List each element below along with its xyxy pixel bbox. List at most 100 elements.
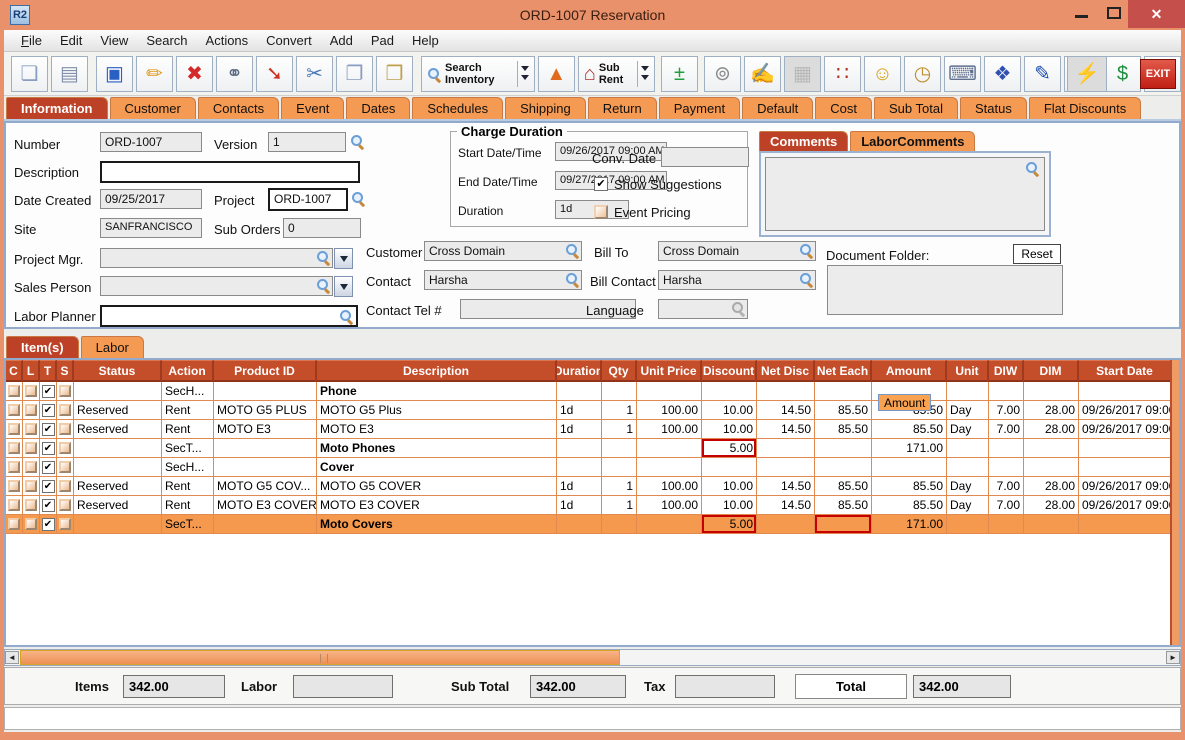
l-checkbox[interactable] <box>25 480 37 492</box>
column-header-product-id[interactable]: Product ID <box>214 360 317 382</box>
comments-tab-laborcomments[interactable]: LaborComments <box>850 131 976 151</box>
menu-item-search[interactable]: Search <box>137 33 196 48</box>
table-row[interactable]: ✔ Reserved Rent MOTO E3 MOTO E3 1d 1 100.00 10.0… <box>6 420 1179 439</box>
column-header-s[interactable]: S <box>57 360 74 382</box>
c-checkbox[interactable] <box>8 404 20 416</box>
s-checkbox[interactable] <box>59 423 71 435</box>
column-header-unit-price[interactable]: Unit Price <box>637 360 702 382</box>
search-inventory-button[interactable]: Search Inventory <box>421 56 535 92</box>
show-suggestions-checkbox[interactable]: ✔ <box>594 177 608 191</box>
language-field[interactable] <box>658 299 748 319</box>
scroll-right-button[interactable]: ► <box>1166 651 1180 664</box>
c-checkbox[interactable] <box>8 480 20 492</box>
menu-item-add[interactable]: Add <box>321 33 362 48</box>
minimize-button[interactable] <box>1068 0 1096 28</box>
bill-to-field[interactable]: Cross Domain <box>658 241 816 261</box>
group-availability-button[interactable]: ⊚ <box>704 56 741 92</box>
column-header-diw[interactable]: DIW <box>989 360 1024 382</box>
document-folder-area[interactable] <box>827 265 1063 315</box>
l-checkbox[interactable] <box>25 461 37 473</box>
comments-search-icon[interactable] <box>1025 161 1040 176</box>
vertical-scrollbar[interactable] <box>1170 360 1179 645</box>
sub-orders-field[interactable]: 0 <box>283 218 361 238</box>
menu-item-actions[interactable]: Actions <box>197 33 258 48</box>
t-checkbox[interactable]: ✔ <box>41 403 55 417</box>
horizontal-scrollbar[interactable]: ◄ ► <box>4 649 1181 666</box>
t-checkbox[interactable]: ✔ <box>41 460 55 474</box>
table-row[interactable]: ✔ SecH... Phone <box>6 382 1179 401</box>
new-document-button[interactable]: ❏ <box>11 56 48 92</box>
items-tab-item-s[interactable]: Item(s) <box>6 336 79 358</box>
sales-person-dropdown-button[interactable] <box>334 276 353 297</box>
column-header-start-date[interactable]: Start Date <box>1079 360 1172 382</box>
s-checkbox[interactable] <box>59 480 71 492</box>
bill-contact-field[interactable]: Harsha <box>658 270 816 290</box>
table-row[interactable]: ✔ Reserved Rent MOTO E3 COVER MOTO E3 COVER 1… <box>6 496 1179 515</box>
t-checkbox[interactable]: ✔ <box>41 498 55 512</box>
keyboard-key-button[interactable]: ⌨ <box>944 56 981 92</box>
c-checkbox[interactable] <box>8 423 20 435</box>
paste-button[interactable]: ❒ <box>376 56 413 92</box>
t-checkbox[interactable]: ✔ <box>41 422 55 436</box>
search-inventory-dropdown-arrows-icon[interactable] <box>516 61 529 87</box>
c-checkbox[interactable] <box>8 461 20 473</box>
sales-person-field[interactable] <box>100 276 333 296</box>
description-field[interactable] <box>100 161 360 183</box>
tab-contacts[interactable]: Contacts <box>197 97 280 119</box>
l-checkbox[interactable] <box>25 423 37 435</box>
project-mgr-field[interactable] <box>100 248 333 268</box>
bill-to-search-icon[interactable] <box>799 243 814 258</box>
column-header-qty[interactable]: Qty <box>602 360 637 382</box>
tab-return[interactable]: Return <box>587 97 657 119</box>
find-binoculars-button[interactable]: ⚭ <box>216 56 253 92</box>
menu-item-help[interactable]: Help <box>403 33 448 48</box>
version-field[interactable]: 1 <box>268 132 346 152</box>
reset-button[interactable]: Reset <box>1013 244 1061 264</box>
customer-search-icon[interactable] <box>565 243 580 258</box>
l-checkbox[interactable] <box>25 404 37 416</box>
org-chart-button[interactable]: ∷ <box>824 56 861 92</box>
project-field[interactable]: ORD-1007 <box>268 188 348 211</box>
tab-customer[interactable]: Customer <box>109 97 196 119</box>
maximize-button[interactable] <box>1100 0 1128 28</box>
labor-planner-search-icon[interactable] <box>339 309 354 324</box>
column-header-unit[interactable]: Unit <box>947 360 989 382</box>
column-header-dim[interactable]: DIM <box>1024 360 1079 382</box>
close-button[interactable]: ✕ <box>1128 0 1185 28</box>
column-header-action[interactable]: Action <box>162 360 214 382</box>
table-row[interactable]: ✔ SecT... Moto Phones 5.00 171.00 <box>6 439 1179 458</box>
table-row[interactable]: ✔ SecT... Moto Covers 5.00 171.00 <box>6 515 1179 534</box>
c-checkbox[interactable] <box>8 385 20 397</box>
c-checkbox[interactable] <box>8 499 20 511</box>
edit-pencil-button[interactable]: ✏ <box>136 56 173 92</box>
customer-field[interactable]: Cross Domain <box>424 241 582 261</box>
menu-item-file[interactable]: File <box>12 33 51 48</box>
bill-contact-search-icon[interactable] <box>799 272 814 287</box>
export-copy-button[interactable]: ➘ <box>256 56 293 92</box>
menu-item-view[interactable]: View <box>91 33 137 48</box>
event-pricing-checkbox[interactable] <box>594 205 608 219</box>
column-header-amount[interactable]: Amount <box>872 360 947 382</box>
copy-button[interactable]: ❐ <box>336 56 373 92</box>
notes-edit-button[interactable]: ✍ <box>744 56 781 92</box>
tab-schedules[interactable]: Schedules <box>412 97 504 119</box>
l-checkbox[interactable] <box>25 442 37 454</box>
column-header-net-disc[interactable]: Net Disc <box>757 360 815 382</box>
tab-event[interactable]: Event <box>281 97 345 119</box>
menu-item-convert[interactable]: Convert <box>257 33 321 48</box>
comments-textarea[interactable] <box>765 157 1045 231</box>
tab-shipping[interactable]: Shipping <box>505 97 586 119</box>
c-checkbox[interactable] <box>8 518 20 530</box>
analysis-shapes-button[interactable]: ▲ <box>537 56 575 92</box>
tab-dates[interactable]: Dates <box>346 97 411 119</box>
t-checkbox[interactable]: ✔ <box>41 384 55 398</box>
tab-payment[interactable]: Payment <box>658 97 741 119</box>
table-row[interactable]: ✔ SecH... Cover <box>6 458 1179 477</box>
menu-item-edit[interactable]: Edit <box>51 33 91 48</box>
l-checkbox[interactable] <box>25 499 37 511</box>
l-checkbox[interactable] <box>25 518 37 530</box>
table-row[interactable]: ✔ Reserved Rent MOTO G5 PLUS MOTO G5 Plus 1d 1… <box>6 401 1179 420</box>
contact-field[interactable]: Harsha <box>424 270 582 290</box>
menu-item-pad[interactable]: Pad <box>362 33 403 48</box>
column-header-c[interactable]: C <box>6 360 23 382</box>
